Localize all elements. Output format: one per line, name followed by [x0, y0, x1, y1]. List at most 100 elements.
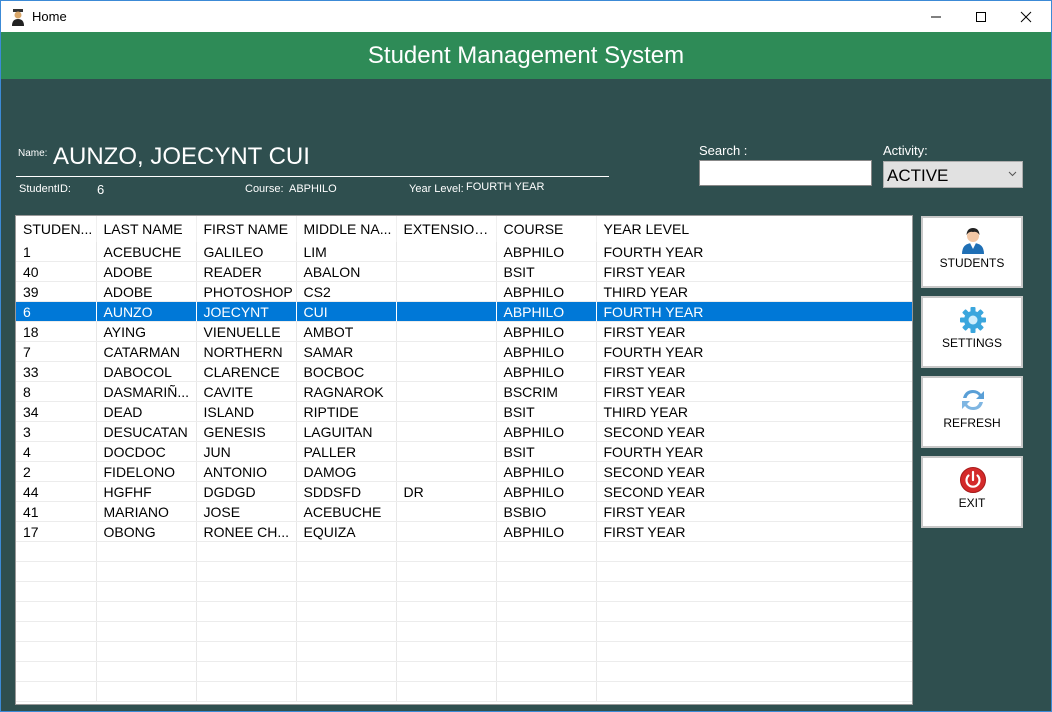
table-cell[interactable]: RONEE CH...	[196, 521, 297, 542]
table-cell[interactable]: FOURTH YEAR	[596, 301, 912, 322]
table-cell[interactable]: FIRST YEAR	[596, 321, 912, 342]
column-header[interactable]: EXTENSION...	[396, 216, 497, 242]
table-cell[interactable]: DASMARIÑ...	[96, 381, 197, 402]
table-cell[interactable]: MARIANO	[96, 501, 197, 522]
table-row[interactable]: 17 OBONG RONEE CH... EQUIZA ABPHILO FIRST YEA…	[16, 521, 912, 542]
table-cell[interactable]: FIRST YEAR	[596, 521, 912, 542]
table-cell[interactable]: ABPHILO	[496, 421, 597, 442]
table-cell[interactable]	[396, 501, 497, 522]
table-cell[interactable]: SECOND YEAR	[596, 421, 912, 442]
table-cell[interactable]: BSIT	[496, 261, 597, 282]
table-cell[interactable]: VIENUELLE	[196, 321, 297, 342]
table-cell[interactable]: ADOBE	[96, 281, 197, 302]
table-cell[interactable]: DAMOG	[296, 461, 397, 482]
column-header[interactable]: STUDEN...	[16, 216, 97, 242]
table-cell[interactable]: SDDSFD	[296, 481, 397, 502]
table-cell[interactable]: THIRD YEAR	[596, 281, 912, 302]
table-cell[interactable]: BSCRIM	[496, 381, 597, 402]
table-row[interactable]: 1 ACEBUCHE GALILEO LIM ABPHILO FOURTH YEAR	[16, 242, 912, 262]
maximize-button[interactable]	[958, 1, 1004, 32]
table-cell[interactable]	[396, 341, 497, 362]
table-row[interactable]: 3 DESUCATAN GENESIS LAGUITAN ABPHILO SECOND Y…	[16, 421, 912, 442]
table-cell[interactable]: AUNZO	[96, 301, 197, 322]
table-cell[interactable]: BOCBOC	[296, 361, 397, 382]
table-cell[interactable]: ABPHILO	[496, 321, 597, 342]
table-cell[interactable]: ABPHILO	[496, 521, 597, 542]
students-button[interactable]: STUDENTS	[921, 216, 1023, 288]
table-cell[interactable]	[396, 242, 497, 262]
table-cell[interactable]: PALLER	[296, 441, 397, 462]
table-cell[interactable]: FIDELONO	[96, 461, 197, 482]
table-cell[interactable]	[396, 321, 497, 342]
column-header[interactable]: FIRST NAME	[196, 216, 297, 242]
table-cell[interactable]: 6	[16, 301, 97, 322]
table-cell[interactable]: JUN	[196, 441, 297, 462]
table-cell[interactable]: ABPHILO	[496, 301, 597, 322]
table-cell[interactable]: FIRST YEAR	[596, 381, 912, 402]
table-cell[interactable]: NORTHERN	[196, 341, 297, 362]
table-row[interactable]: 6 AUNZO JOECYNT CUI ABPHILO FOURTH YEAR	[16, 301, 912, 322]
table-cell[interactable]: ABPHILO	[496, 341, 597, 362]
table-cell[interactable]: CAVITE	[196, 381, 297, 402]
table-cell[interactable]: ABPHILO	[496, 242, 597, 262]
table-cell[interactable]: 2	[16, 461, 97, 482]
table-cell[interactable]: FOURTH YEAR	[596, 441, 912, 462]
table-cell[interactable]: AYING	[96, 321, 197, 342]
table-cell[interactable]: ADOBE	[96, 261, 197, 282]
exit-button[interactable]: EXIT	[921, 456, 1023, 528]
table-cell[interactable]: THIRD YEAR	[596, 401, 912, 422]
table-cell[interactable]	[396, 461, 497, 482]
table-cell[interactable]: AMBOT	[296, 321, 397, 342]
table-cell[interactable]: ACEBUCHE	[96, 242, 197, 262]
refresh-button[interactable]: REFRESH	[921, 376, 1023, 448]
table-cell[interactable]	[396, 261, 497, 282]
table-cell[interactable]	[396, 361, 497, 382]
table-cell[interactable]: ACEBUCHE	[296, 501, 397, 522]
table-cell[interactable]: 41	[16, 501, 97, 522]
table-cell[interactable]: GENESIS	[196, 421, 297, 442]
table-cell[interactable]: CLARENCE	[196, 361, 297, 382]
table-cell[interactable]: 1	[16, 242, 97, 262]
table-cell[interactable]: FOURTH YEAR	[596, 242, 912, 262]
table-cell[interactable]: BSBIO	[496, 501, 597, 522]
table-cell[interactable]: ANTONIO	[196, 461, 297, 482]
table-cell[interactable]: 39	[16, 281, 97, 302]
table-row[interactable]: 4 DOCDOC JUN PALLER BSIT FOURTH YEAR	[16, 441, 912, 462]
search-input[interactable]	[699, 160, 872, 186]
column-header[interactable]: YEAR LEVEL	[596, 216, 912, 242]
settings-button[interactable]: SETTINGS	[921, 296, 1023, 368]
table-cell[interactable]: CUI	[296, 301, 397, 322]
column-header[interactable]: COURSE	[496, 216, 597, 242]
table-row[interactable]: 18 AYING VIENUELLE AMBOT ABPHILO FIRST YEAR	[16, 321, 912, 342]
table-cell[interactable]: DESUCATAN	[96, 421, 197, 442]
table-cell[interactable]: SECOND YEAR	[596, 481, 912, 502]
table-row[interactable]: 39 ADOBE PHOTOSHOP CS2 ABPHILO THIRD YEAR	[16, 281, 912, 302]
table-cell[interactable]: RAGNAROK	[296, 381, 397, 402]
table-cell[interactable]	[396, 421, 497, 442]
table-row[interactable]: 40 ADOBE READER ABALON BSIT FIRST YEAR	[16, 261, 912, 282]
table-cell[interactable]: PHOTOSHOP	[196, 281, 297, 302]
table-cell[interactable]: ABPHILO	[496, 361, 597, 382]
table-cell[interactable]	[396, 301, 497, 322]
table-cell[interactable]	[396, 401, 497, 422]
table-cell[interactable]: DGDGD	[196, 481, 297, 502]
table-cell[interactable]: EQUIZA	[296, 521, 397, 542]
students-table[interactable]: STUDEN... LAST NAME FIRST NAME MIDDLE NA…	[15, 215, 913, 705]
table-row[interactable]: 8 DASMARIÑ... CAVITE RAGNAROK BSCRIM FIRST YE…	[16, 381, 912, 402]
table-cell[interactable]: ABPHILO	[496, 461, 597, 482]
table-cell[interactable]: JOECYNT	[196, 301, 297, 322]
table-cell[interactable]: DR	[396, 481, 497, 502]
table-row[interactable]: 33 DABOCOL CLARENCE BOCBOC ABPHILO FIRST YEAR	[16, 361, 912, 382]
table-cell[interactable]: 18	[16, 321, 97, 342]
table-cell[interactable]: 8	[16, 381, 97, 402]
table-cell[interactable]: 3	[16, 421, 97, 442]
table-cell[interactable]: SECOND YEAR	[596, 461, 912, 482]
table-cell[interactable]: FIRST YEAR	[596, 501, 912, 522]
table-cell[interactable]	[396, 521, 497, 542]
table-cell[interactable]: DABOCOL	[96, 361, 197, 382]
table-cell[interactable]	[396, 441, 497, 462]
table-cell[interactable]: 33	[16, 361, 97, 382]
close-button[interactable]	[1003, 1, 1049, 32]
table-cell[interactable]: 40	[16, 261, 97, 282]
table-row[interactable]: 34 DEAD ISLAND RIPTIDE BSIT THIRD YEAR	[16, 401, 912, 422]
